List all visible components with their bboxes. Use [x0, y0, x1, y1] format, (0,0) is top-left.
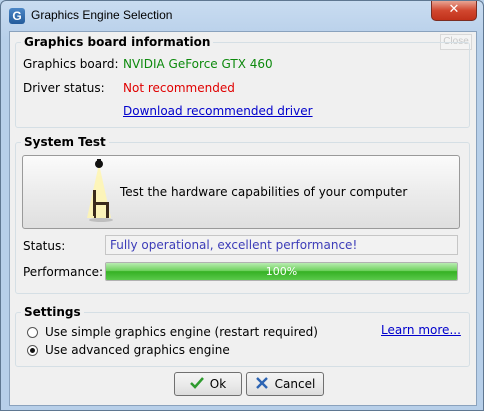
dialog-window: G Graphics Engine Selection ✕ Close Grap… — [0, 0, 484, 411]
system-test-group: System Test Test the hardware capabiliti… — [15, 135, 470, 294]
x-cross-icon — [255, 376, 269, 393]
simple-engine-label[interactable]: Use simple graphics engine (restart requ… — [45, 325, 318, 339]
radio-dot — [30, 348, 35, 353]
status-label: Status: — [23, 239, 66, 253]
driver-status-value: Not recommended — [123, 81, 235, 95]
checkmark-icon — [189, 376, 204, 392]
settings-group: Settings Use simple graphics engine (res… — [15, 305, 470, 367]
board-info-legend: Graphics board information — [21, 35, 214, 49]
dialog-client: Close Graphics board information Graphic… — [9, 31, 477, 406]
settings-legend: Settings — [21, 305, 84, 319]
board-info-group: Graphics board information Graphics boar… — [15, 35, 470, 128]
cancel-button-label: Cancel — [274, 377, 316, 391]
performance-label: Performance: — [23, 265, 104, 279]
radio-simple-engine[interactable] — [27, 327, 38, 338]
download-driver-link[interactable]: Download recommended driver — [123, 104, 313, 118]
driver-status-label: Driver status: — [23, 81, 105, 95]
test-hardware-button[interactable]: Test the hardware capabilities of your c… — [22, 155, 460, 229]
app-logo-icon: G — [9, 8, 25, 24]
progress-text: 100% — [265, 265, 298, 278]
board-value: NVIDIA GeForce GTX 460 — [123, 57, 273, 71]
window-title: Graphics Engine Selection — [31, 8, 173, 22]
system-test-legend: System Test — [21, 135, 109, 149]
advanced-engine-label[interactable]: Use advanced graphics engine — [45, 343, 230, 357]
radio-advanced-engine[interactable] — [27, 345, 38, 356]
ok-button[interactable]: Ok — [174, 372, 242, 396]
title-bar[interactable]: G Graphics Engine Selection ✕ — [1, 1, 483, 31]
status-field: Fully operational, excellent performance… — [105, 235, 458, 255]
ok-button-label: Ok — [209, 377, 227, 391]
board-label: Graphics board: — [23, 57, 119, 71]
lamp-chair-icon — [81, 158, 117, 226]
learn-more-link[interactable]: Learn more... — [381, 323, 461, 337]
close-button[interactable]: ✕ — [431, 1, 477, 21]
test-button-label: Test the hardware capabilities of your c… — [120, 185, 408, 199]
cancel-button[interactable]: Cancel — [246, 372, 324, 396]
performance-progress-bar: 100% — [105, 262, 458, 281]
